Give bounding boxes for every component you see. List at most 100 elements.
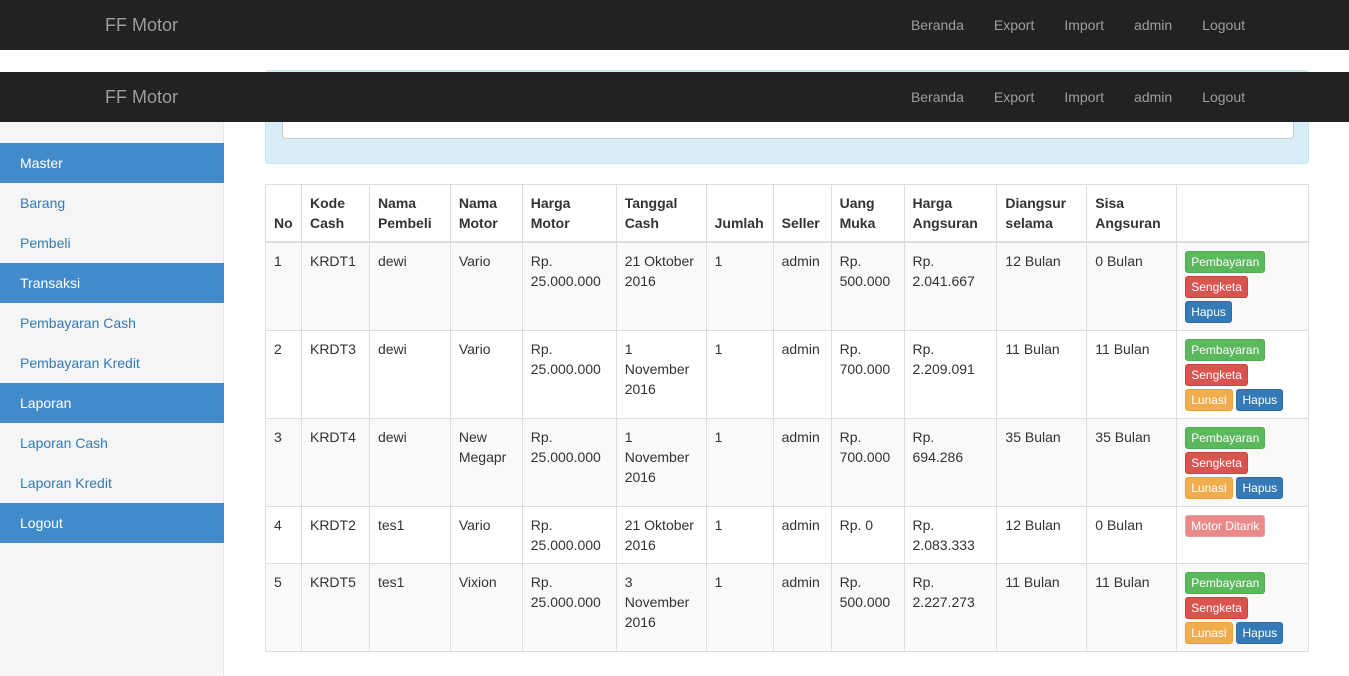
table-row: 2 KRDT3 dewi Vario Rp. 25.000.000 1 November …	[265, 330, 1309, 419]
pembayaran-button[interactable]: Pembayaran	[1185, 339, 1266, 361]
table-cell: dewi	[368, 330, 451, 419]
table-cell: 11 Bulan	[996, 330, 1088, 419]
nav-admin[interactable]: admin	[1119, 0, 1187, 50]
sidebar-item-pembayaran-kredit[interactable]: Pembayaran Kredit	[0, 343, 224, 383]
sidebar-item-logout[interactable]: Logout	[0, 503, 224, 543]
sidebar-header-master[interactable]: Master	[0, 143, 224, 183]
nav-import[interactable]: Import	[1049, 72, 1119, 122]
col-header: Diangsur selama	[996, 184, 1088, 243]
brand-logo[interactable]: FF Motor	[105, 87, 178, 107]
col-header: Jumlah	[705, 184, 774, 243]
table-cell: Rp. 25.000.000	[521, 563, 617, 652]
nav-beranda[interactable]: Beranda	[896, 0, 979, 50]
sidebar-header-transaksi[interactable]: Transaksi	[0, 263, 224, 303]
hapus-button[interactable]: Hapus	[1236, 622, 1284, 644]
sidebar-item-barang[interactable]: Barang	[0, 183, 224, 223]
table-cell: dewi	[368, 241, 451, 331]
table-row: 3 KRDT4 dewi New Megapr Rp. 25.000.000 1 Nove…	[265, 418, 1309, 507]
fixed-navbar: FF Motor Beranda Export Import admin Log…	[0, 72, 1349, 122]
table-cell: 11 Bulan	[1086, 330, 1178, 419]
hapus-button[interactable]: Hapus	[1185, 301, 1232, 323]
table-cell: dewi	[368, 418, 451, 507]
row-actions: Motor Ditarik	[1176, 506, 1309, 564]
nav-beranda[interactable]: Beranda	[896, 72, 979, 122]
sidebar-header-laporan[interactable]: Laporan	[0, 383, 224, 423]
row-actions: Pembayaran Sengketa Lunasi Hapus	[1176, 563, 1309, 652]
sidebar-item-laporan-kredit[interactable]: Laporan Kredit	[0, 463, 224, 503]
table-cell: KRDT1	[300, 241, 370, 331]
table-cell: admin	[772, 506, 832, 564]
nav-logout[interactable]: Logout	[1187, 0, 1260, 50]
sengketa-button[interactable]: Sengketa	[1185, 364, 1248, 386]
table-cell: Vixion	[449, 563, 523, 652]
table-cell: 3	[265, 418, 302, 507]
table-cell: Rp. 500.000	[830, 241, 905, 331]
col-header: No	[265, 184, 302, 243]
table-cell: Vario	[449, 506, 523, 564]
col-header: Sisa Angsuran	[1086, 184, 1178, 243]
table-cell: KRDT5	[300, 563, 370, 652]
motor-ditarik-button[interactable]: Motor Ditarik	[1185, 515, 1266, 537]
nav-export[interactable]: Export	[979, 0, 1049, 50]
table-cell: Vario	[449, 241, 523, 331]
col-header: Tanggal Cash	[615, 184, 707, 243]
table-cell: Rp. 2.227.273	[903, 563, 998, 652]
table-cell: Rp. 25.000.000	[521, 241, 617, 331]
sidebar-item-pembeli[interactable]: Pembeli	[0, 223, 224, 263]
table-cell: 35 Bulan	[996, 418, 1088, 507]
table-cell: KRDT3	[300, 330, 370, 419]
table-cell: Rp. 25.000.000	[521, 330, 617, 419]
table-cell: 12 Bulan	[996, 506, 1088, 564]
table-cell: KRDT4	[300, 418, 370, 507]
hapus-button[interactable]: Hapus	[1236, 389, 1284, 411]
table-cell: 1	[705, 418, 774, 507]
table-cell: 11 Bulan	[1086, 563, 1178, 652]
table-cell: 1 November 2016	[615, 418, 707, 507]
table-row: 1 KRDT1 dewi Vario Rp. 25.000.000 21 Oktober …	[265, 241, 1309, 331]
table-row: 4 KRDT2 tes1 Vario Rp. 25.000.000 21 Oktober …	[265, 506, 1309, 564]
sengketa-button[interactable]: Sengketa	[1185, 452, 1248, 474]
table-cell: 1	[705, 241, 774, 331]
table-cell: New Megapr	[449, 418, 523, 507]
brand-logo[interactable]: FF Motor	[105, 15, 178, 35]
nav-admin[interactable]: admin	[1119, 72, 1187, 122]
table-cell: admin	[772, 241, 832, 331]
col-header: Nama Pembeli	[368, 184, 451, 243]
hapus-button[interactable]: Hapus	[1236, 477, 1284, 499]
pembayaran-button[interactable]: Pembayaran	[1185, 572, 1266, 594]
top-navbar: FF Motor Beranda Export Import admin Log…	[0, 0, 1349, 50]
nav-import[interactable]: Import	[1049, 0, 1119, 50]
pembayaran-button[interactable]: Pembayaran	[1185, 251, 1266, 273]
table-cell: 5	[265, 563, 302, 652]
table-cell: 35 Bulan	[1086, 418, 1178, 507]
kredit-table: No Kode Cash Nama Pembeli Nama Motor Har…	[265, 184, 1309, 652]
sidebar-menu: Master Barang Pembeli Transaksi Pembayar…	[0, 143, 224, 543]
sengketa-button[interactable]: Sengketa	[1185, 597, 1248, 619]
table-cell: tes1	[368, 563, 451, 652]
pembayaran-button[interactable]: Pembayaran	[1185, 427, 1266, 449]
sengketa-button[interactable]: Sengketa	[1185, 276, 1248, 298]
nav-export[interactable]: Export	[979, 72, 1049, 122]
sidebar-item-laporan-cash[interactable]: Laporan Cash	[0, 423, 224, 463]
table-cell: 21 Oktober 2016	[615, 506, 707, 564]
table-cell: 1 November 2016	[615, 330, 707, 419]
table-cell: admin	[772, 563, 832, 652]
table-cell: Rp. 0	[830, 506, 905, 564]
table-cell: 2	[265, 330, 302, 419]
table-cell: 1	[705, 563, 774, 652]
lunasi-button[interactable]: Lunasi	[1185, 622, 1233, 644]
table-cell: Rp. 25.000.000	[521, 418, 617, 507]
table-cell: Rp. 25.000.000	[521, 506, 617, 564]
lunasi-button[interactable]: Lunasi	[1185, 389, 1233, 411]
navbar-menu: Beranda Export Import admin Logout	[896, 0, 1260, 50]
table-cell: 1	[705, 330, 774, 419]
nav-logout[interactable]: Logout	[1187, 72, 1260, 122]
row-actions: Pembayaran Sengketa Lunasi Hapus	[1176, 418, 1309, 507]
table-cell: KRDT2	[300, 506, 370, 564]
table-cell: 1	[265, 241, 302, 331]
table-cell: Rp. 694.286	[903, 418, 998, 507]
sidebar-item-pembayaran-cash[interactable]: Pembayaran Cash	[0, 303, 224, 343]
col-header: Harga Motor	[521, 184, 617, 243]
lunasi-button[interactable]: Lunasi	[1185, 477, 1233, 499]
table-cell: 0 Bulan	[1086, 506, 1178, 564]
